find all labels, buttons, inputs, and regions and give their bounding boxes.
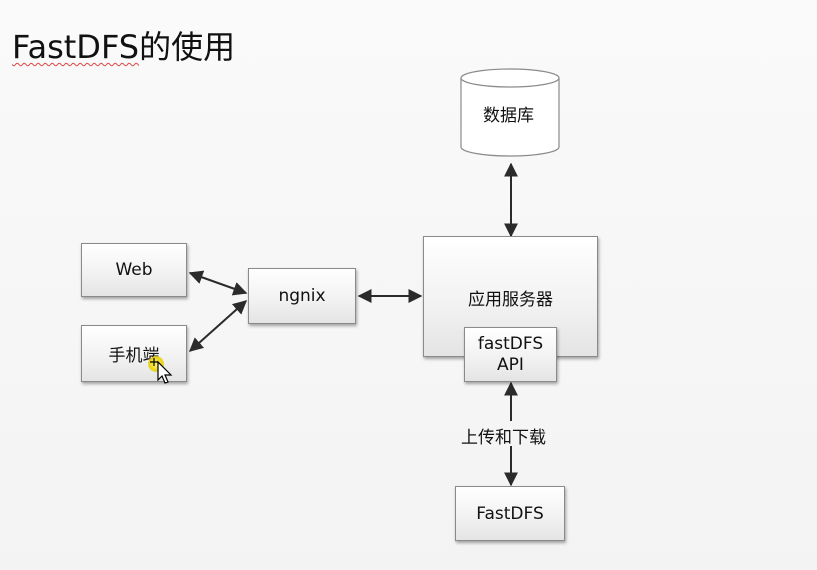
mouse-cursor-icon <box>150 358 173 384</box>
fastdfs-api-box: fastDFS API <box>464 327 557 382</box>
fastdfs-label: FastDFS <box>476 503 544 524</box>
upload-download-label: 上传和下载 <box>461 428 546 448</box>
fastdfs-box: FastDFS <box>455 486 565 541</box>
ngnix-box: ngnix <box>248 268 356 324</box>
app-server-label: 应用服务器 <box>468 290 553 310</box>
api-label-line1: fastDFS <box>477 333 544 354</box>
arrow-web-ngnix <box>188 270 248 296</box>
arrow-mobile-ngnix <box>188 300 248 352</box>
api-label-line2: API <box>497 354 524 375</box>
ngnix-label: ngnix <box>278 286 326 306</box>
web-box: Web <box>81 243 187 297</box>
web-label: Web <box>115 260 153 280</box>
slide-canvas: FastDFS的使用 数据库 Web 手机端 ngnix 应用服务器 fastD… <box>0 0 817 570</box>
database-label: 数据库 <box>483 106 534 126</box>
